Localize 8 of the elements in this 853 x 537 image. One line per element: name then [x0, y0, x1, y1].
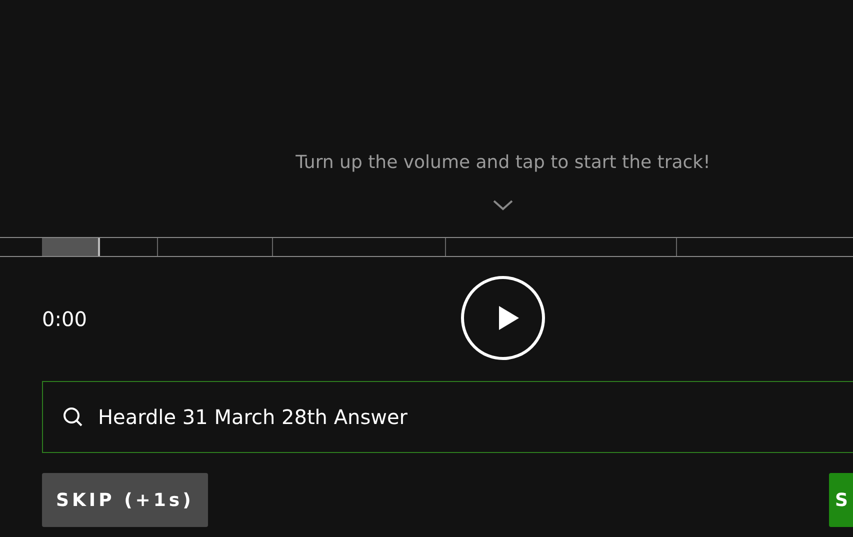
chevron-down-icon: [492, 199, 514, 211]
time-text: 0:00: [42, 307, 87, 331]
submit-button[interactable]: S: [829, 473, 853, 527]
search-icon: [62, 406, 84, 428]
search-field[interactable]: Heardle 31 March 28th Answer: [42, 381, 853, 453]
instruction-text: Turn up the volume and tap to start the track!: [296, 152, 710, 173]
skip-button[interactable]: SKIP (+1s): [42, 473, 208, 527]
play-button[interactable]: [461, 276, 545, 360]
